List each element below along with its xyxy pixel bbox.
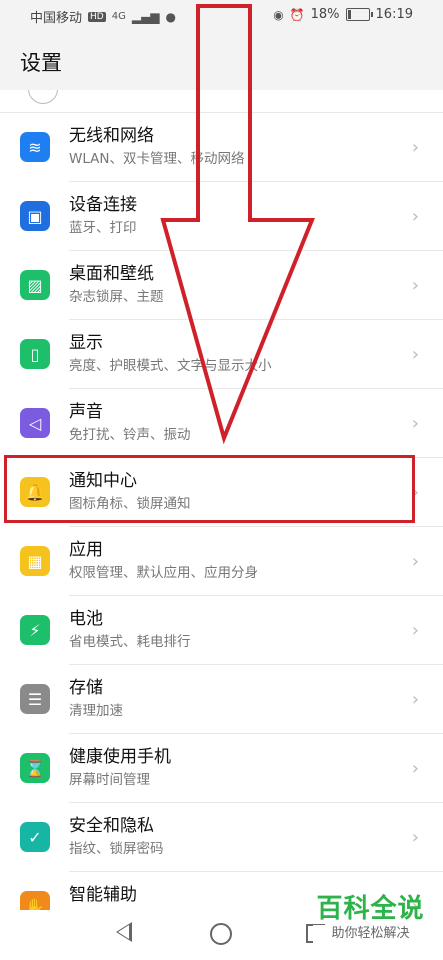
annotation-arrow-shape [160,4,315,445]
annotation-arrow [160,4,315,445]
